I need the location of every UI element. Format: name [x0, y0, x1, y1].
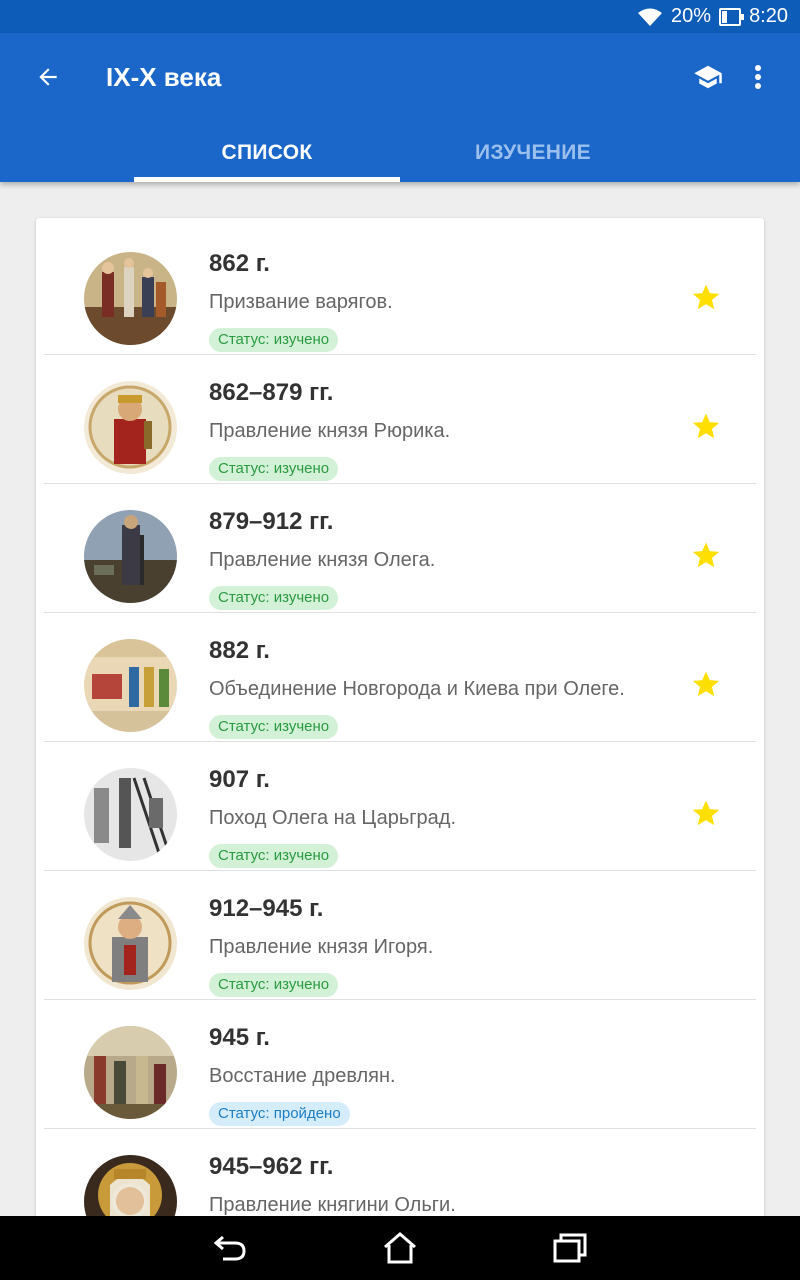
star-icon[interactable] — [691, 798, 721, 828]
status-badge: Статус: пройдено — [209, 1102, 350, 1126]
system-back-button[interactable] — [210, 1228, 250, 1268]
page-title: IX-X века — [106, 62, 222, 92]
wifi-icon — [637, 7, 663, 27]
event-date: 945 г. — [209, 1024, 270, 1051]
event-description: Правление князя Олега. — [209, 549, 436, 571]
star-icon[interactable] — [691, 282, 721, 312]
back-button[interactable] — [30, 59, 66, 95]
event-thumbnail — [84, 639, 177, 732]
event-description: Восстание древлян. — [209, 1065, 396, 1087]
system-home-button[interactable] — [380, 1228, 420, 1268]
event-date: 907 г. — [209, 766, 270, 793]
event-date: 879–912 гг. — [209, 508, 334, 535]
graduation-cap-icon — [694, 65, 722, 89]
event-date: 862–879 гг. — [209, 379, 334, 406]
list-item[interactable]: 912–945 г. Правление князя Игоря. Статус… — [36, 871, 764, 1000]
status-badge: Статус: изучено — [209, 328, 339, 352]
list-item[interactable]: 879–912 гг. Правление князя Олега. Стату… — [36, 484, 764, 613]
system-recents-button[interactable] — [550, 1228, 590, 1268]
app-bar: IX-X века СПИСОК ИЗУЧЕНИЕ — [0, 33, 800, 182]
status-badge: Статус: изучено — [209, 457, 339, 481]
event-thumbnail — [84, 381, 177, 474]
system-nav-bar — [0, 1216, 800, 1280]
event-date: 862 г. — [209, 250, 270, 277]
event-thumbnail — [84, 252, 177, 345]
arrow-left-icon — [39, 68, 57, 86]
list-item[interactable]: 862–879 гг. Правление князя Рюрика. Стат… — [36, 355, 764, 484]
star-icon[interactable] — [691, 540, 721, 570]
event-description: Правление князя Игоря. — [209, 936, 434, 958]
star-icon[interactable] — [691, 669, 721, 699]
tab-list[interactable]: СПИСОК — [134, 123, 400, 182]
event-description: Правление князя Рюрика. — [209, 420, 451, 442]
tab-study[interactable]: ИЗУЧЕНИЕ — [400, 123, 666, 182]
event-thumbnail — [84, 1026, 177, 1119]
status-badge: Статус: изучено — [209, 973, 339, 997]
event-thumbnail — [84, 510, 177, 603]
list-item[interactable]: 945–962 гг. Правление княгини Ольги. — [36, 1129, 764, 1228]
back-icon — [213, 1235, 246, 1261]
event-thumbnail — [84, 768, 177, 861]
event-date: 912–945 г. — [209, 895, 324, 922]
more-vert-icon — [755, 65, 761, 89]
event-thumbnail — [84, 897, 177, 990]
clock: 8:20 — [749, 5, 788, 27]
home-icon — [384, 1232, 416, 1264]
star-icon[interactable] — [691, 411, 721, 441]
status-badge: Статус: изучено — [209, 844, 339, 868]
event-description: Объединение Новгорода и Киева при Олеге. — [209, 678, 625, 700]
overflow-menu-button[interactable] — [744, 59, 772, 95]
status-bar: 20% 8:20 — [0, 0, 800, 33]
study-mode-button[interactable] — [690, 59, 726, 95]
recents-icon — [553, 1233, 587, 1263]
event-description: Правление княгини Ольги. — [209, 1194, 456, 1216]
list-item[interactable]: 907 г. Поход Олега на Царьград. Статус: … — [36, 742, 764, 871]
battery-icon — [719, 7, 745, 26]
active-tab-indicator — [134, 177, 400, 182]
list-item[interactable]: 945 г. Восстание древлян. Статус: пройде… — [36, 1000, 764, 1129]
event-description: Поход Олега на Царьград. — [209, 807, 457, 829]
battery-level: 20% — [671, 5, 712, 27]
list-item[interactable]: 862 г. Призвание варягов. Статус: изучен… — [36, 226, 764, 355]
event-date: 882 г. — [209, 637, 270, 664]
event-date: 945–962 гг. — [209, 1153, 334, 1180]
event-description: Призвание варягов. — [209, 291, 393, 313]
events-list: 862 г. Призвание варягов. Статус: изучен… — [36, 218, 764, 1228]
list-item[interactable]: 882 г. Объединение Новгорода и Киева при… — [36, 613, 764, 742]
status-badge: Статус: изучено — [209, 586, 339, 610]
status-badge: Статус: изучено — [209, 715, 339, 739]
